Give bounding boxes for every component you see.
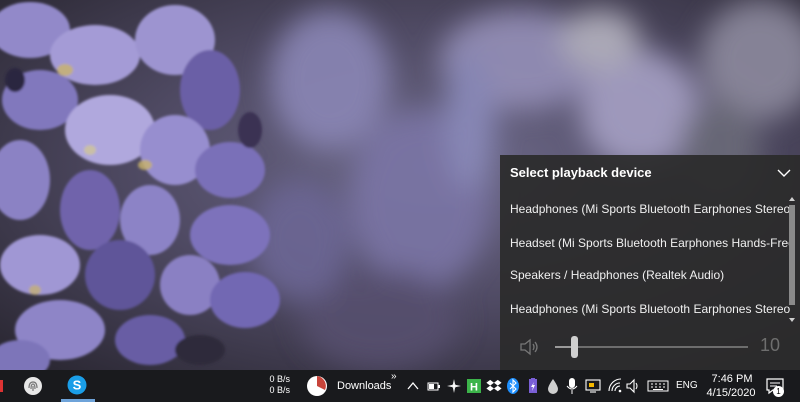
battery-icon[interactable] [427, 378, 441, 394]
flyout-title: Select playback device [510, 165, 652, 180]
device-label: Speakers / Headphones (Realtek Audio) [510, 268, 725, 282]
volume-slider-thumb[interactable] [571, 336, 579, 358]
fan-icon[interactable] [446, 378, 462, 394]
volume-slider[interactable] [555, 346, 748, 348]
toolbar-overflow-button[interactable]: » [391, 371, 397, 382]
skype-letter: S [73, 378, 82, 393]
download-progress-icon[interactable] [306, 375, 328, 397]
device-label: Headphones (Mi Sports Bluetooth Earphone… [510, 302, 790, 316]
volume-value: 10 [760, 335, 781, 355]
app-green-icon[interactable]: H [467, 378, 481, 394]
fingerprint-app-icon[interactable] [23, 376, 43, 396]
taskbar: S 0 B/s 0 B/s Downloads » H ENG 7:46 PM … [0, 370, 800, 402]
input-language-indicator[interactable]: ENG [676, 380, 698, 391]
device-item[interactable]: Headphones (Mi Sports Bluetooth Earphone… [500, 293, 790, 326]
downloads-label[interactable]: Downloads [337, 380, 391, 392]
device-label: Headphones (Mi Sports Bluetooth Earphone… [510, 202, 790, 216]
speaker-icon[interactable] [626, 378, 642, 394]
skype-icon[interactable]: S [67, 375, 87, 395]
device-item[interactable]: Speakers / Headphones (Realtek Audio) [500, 259, 790, 292]
volume-row: 10 [500, 330, 800, 364]
device-item[interactable]: Headphones (Mi Sports Bluetooth Earphone… [500, 193, 790, 226]
wifi-icon[interactable] [607, 378, 623, 394]
keyboard-icon[interactable] [647, 378, 669, 394]
chevron-up-icon[interactable] [406, 378, 420, 394]
ink-drop-icon[interactable] [547, 378, 559, 394]
notification-count-badge: 1 [773, 386, 784, 397]
scrollbar-thumb[interactable] [789, 205, 795, 305]
upload-speed: 0 B/s [269, 374, 290, 384]
microphone-icon[interactable] [566, 378, 578, 394]
network-speed-meter: 0 B/s 0 B/s [264, 374, 290, 396]
device-list-scrollbar[interactable] [787, 195, 797, 325]
clock-date[interactable]: 4/15/2020 [699, 387, 763, 399]
battery-monitor-icon[interactable] [526, 378, 540, 394]
speaker-icon[interactable] [518, 336, 540, 358]
clock-time[interactable]: 7:46 PM [711, 373, 753, 385]
display-icon[interactable] [585, 378, 601, 394]
dropbox-icon[interactable] [486, 378, 502, 394]
green-app-letter: H [470, 382, 478, 394]
device-item[interactable]: Headset (Mi Sports Bluetooth Earphones H… [500, 227, 790, 260]
device-label: Headset (Mi Sports Bluetooth Earphones H… [510, 236, 790, 250]
bluetooth-icon[interactable] [507, 378, 519, 394]
chevron-down-icon[interactable] [774, 163, 794, 183]
running-app-indicator[interactable] [0, 380, 3, 392]
download-speed: 0 B/s [269, 385, 290, 395]
flyout-header[interactable]: Select playback device [500, 155, 800, 191]
